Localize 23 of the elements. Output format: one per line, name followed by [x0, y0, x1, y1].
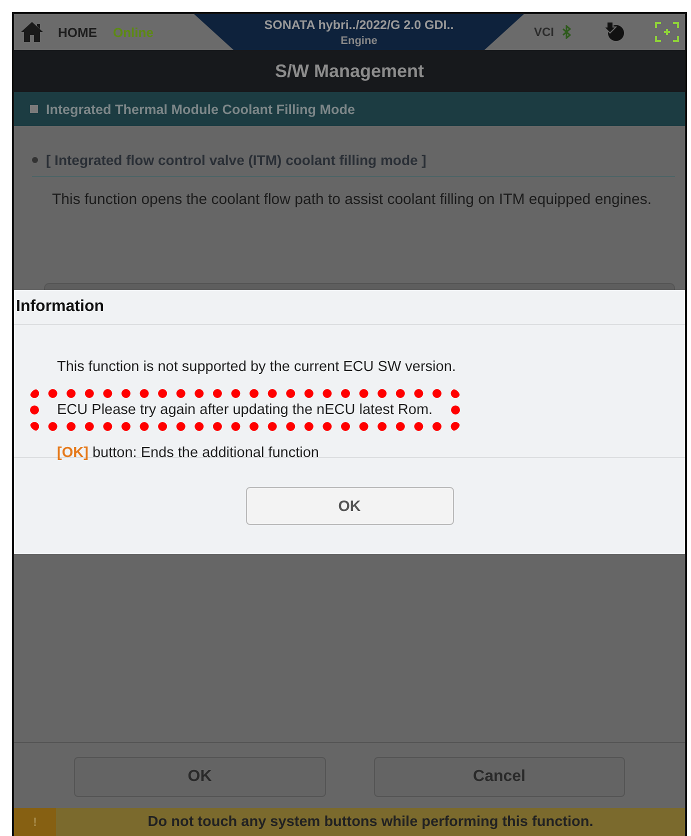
function-description: This function opens the coolant flow path to assist coolant filling on ITM equipped engines. — [52, 190, 653, 210]
home-icon[interactable] — [20, 21, 44, 43]
square-icon — [30, 105, 38, 113]
ok-button[interactable]: OK — [246, 487, 454, 525]
function-heading: [ Integrated flow control valve (ITM) coolant filling mode ] — [46, 152, 426, 168]
warning-text: Do not touch any system buttons while performing this function. — [146, 814, 594, 830]
vci-label: VCI — [534, 25, 554, 39]
dialog-title: Information — [14, 290, 685, 325]
dialog-message: [OK] button: Ends the additional function — [56, 444, 320, 463]
scan-frame-icon[interactable] — [655, 22, 679, 42]
bluetooth-icon — [562, 25, 571, 39]
system-name: Engine — [340, 34, 378, 46]
page-title: S/W Management — [14, 50, 685, 92]
dialog-message: This function is not supported by the current ECU SW version. — [56, 358, 457, 377]
dialog-message: ECU Please try again after updating the nECU latest Rom. — [30, 389, 460, 431]
action-button[interactable]: OK — [74, 757, 326, 797]
action-button[interactable]: Cancel — [374, 757, 625, 797]
section-title: Integrated Thermal Module Coolant Filling Mode — [46, 102, 356, 116]
vehicle-name: SONATA hybri../2022/G 2.0 GDI.. — [264, 18, 454, 32]
home-label[interactable]: HOME — [58, 24, 97, 40]
warning-icon: ! — [14, 808, 56, 836]
connection-status: Online — [113, 24, 154, 40]
bullet-icon — [32, 157, 38, 163]
